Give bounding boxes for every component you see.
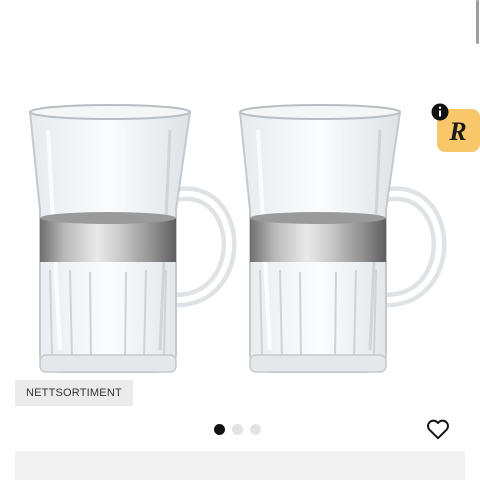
image-carousel-dots: [214, 424, 261, 435]
carousel-dot-1[interactable]: [214, 424, 225, 435]
extension-letter: R: [448, 117, 466, 146]
product-image: [28, 104, 447, 373]
scrollbar-thumb[interactable]: [476, 0, 479, 44]
carousel-dot-2[interactable]: [232, 424, 243, 435]
left-glass-mug: [28, 104, 237, 373]
nettsortiment-badge: NETTSORTIMENT: [15, 380, 133, 406]
page-scrollbar[interactable]: [476, 0, 480, 480]
carousel-dot-3[interactable]: [250, 424, 261, 435]
browser-extension-badge[interactable]: R: [431, 103, 480, 152]
info-icon: [431, 103, 449, 121]
bottom-panel: [15, 451, 465, 480]
right-glass-mug: [238, 104, 447, 373]
favorite-heart-icon[interactable]: [425, 416, 451, 442]
